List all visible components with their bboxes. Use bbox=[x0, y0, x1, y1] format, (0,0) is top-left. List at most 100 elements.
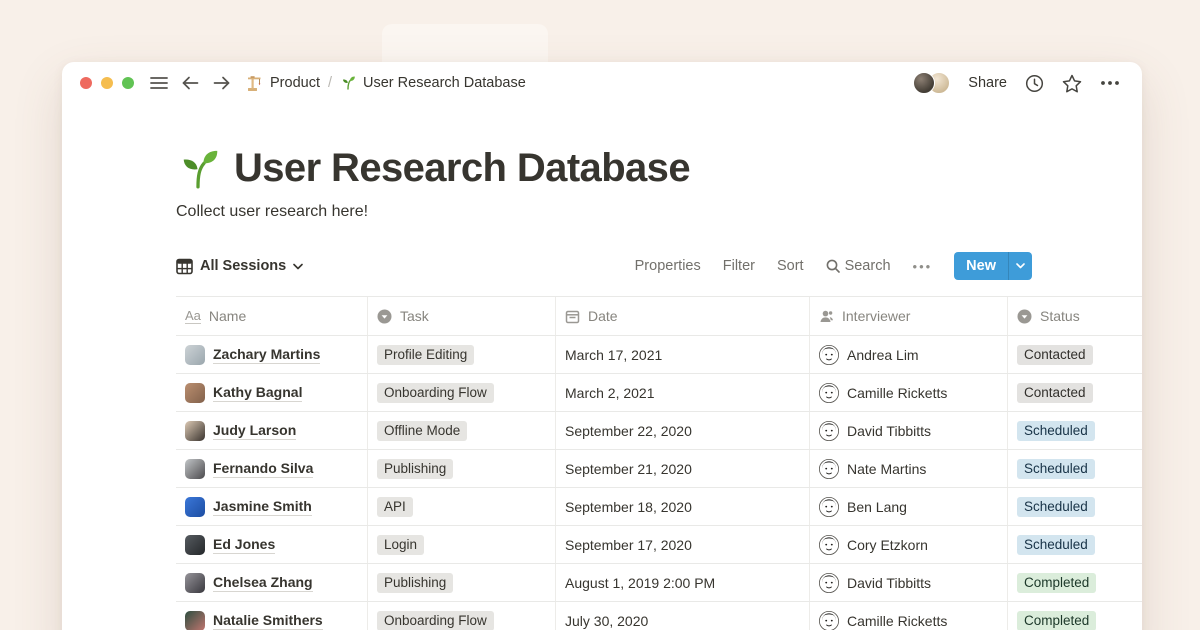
minimize-window-button[interactable] bbox=[101, 77, 113, 89]
table-header-row: AaNameTaskDateInterviewerStatus bbox=[176, 296, 1142, 336]
status-cell[interactable]: Scheduled bbox=[1008, 526, 1142, 563]
date-cell[interactable]: September 18, 2020 bbox=[556, 488, 810, 525]
interviewer-cell[interactable]: Ben Lang bbox=[810, 488, 1008, 525]
task-cell[interactable]: API bbox=[368, 488, 556, 525]
person-name-link[interactable]: Jasmine Smith bbox=[213, 498, 312, 516]
table-row: Ed Jones Login September 17, 2020Cory Etzk… bbox=[176, 526, 1142, 564]
sidebar-toggle-icon[interactable] bbox=[150, 76, 168, 90]
task-cell[interactable]: Login bbox=[368, 526, 556, 563]
date-cell[interactable]: September 21, 2020 bbox=[556, 450, 810, 487]
zoom-window-button[interactable] bbox=[122, 77, 134, 89]
search-button[interactable]: Search bbox=[826, 258, 891, 274]
date-cell[interactable]: August 1, 2019 2:00 PM bbox=[556, 564, 810, 601]
person-photo-avatar bbox=[185, 421, 205, 441]
task-cell[interactable]: Publishing bbox=[368, 450, 556, 487]
column-header-date[interactable]: Date bbox=[556, 297, 810, 335]
person-name-link[interactable]: Chelsea Zhang bbox=[213, 574, 313, 592]
name-cell[interactable]: Natalie Smithers bbox=[176, 602, 368, 630]
task-badge: Onboarding Flow bbox=[377, 611, 494, 630]
date-cell[interactable]: March 17, 2021 bbox=[556, 336, 810, 373]
breadcrumb-separator: / bbox=[327, 75, 333, 91]
interviewer-avatar bbox=[819, 459, 839, 479]
name-cell[interactable]: Ed Jones bbox=[176, 526, 368, 563]
view-switcher[interactable]: All Sessions bbox=[176, 257, 303, 275]
status-cell[interactable]: Scheduled bbox=[1008, 488, 1142, 525]
history-clock-icon[interactable] bbox=[1025, 74, 1044, 93]
table-row: Natalie Smithers Onboarding Flow July 30, … bbox=[176, 602, 1142, 630]
interviewer-cell[interactable]: David Tibbitts bbox=[810, 412, 1008, 449]
status-cell[interactable]: Scheduled bbox=[1008, 412, 1142, 449]
new-button-dropdown-icon[interactable] bbox=[1008, 252, 1032, 280]
new-button[interactable]: New bbox=[954, 252, 1032, 280]
nav-forward-icon[interactable] bbox=[213, 76, 230, 90]
date-cell[interactable]: September 22, 2020 bbox=[556, 412, 810, 449]
nav-back-icon[interactable] bbox=[182, 76, 199, 90]
person-photo-avatar bbox=[185, 345, 205, 365]
task-cell[interactable]: Publishing bbox=[368, 564, 556, 601]
interviewer-cell[interactable]: Camille Ricketts bbox=[810, 602, 1008, 630]
date-cell[interactable]: September 17, 2020 bbox=[556, 526, 810, 563]
task-cell[interactable]: Onboarding Flow bbox=[368, 602, 556, 630]
page-header: User Research Database Collect user rese… bbox=[176, 146, 1142, 221]
task-badge: Login bbox=[377, 535, 424, 555]
status-badge: Contacted bbox=[1017, 345, 1093, 365]
close-window-button[interactable] bbox=[80, 77, 92, 89]
name-cell[interactable]: Chelsea Zhang bbox=[176, 564, 368, 601]
share-button[interactable]: Share bbox=[968, 75, 1007, 91]
properties-button[interactable]: Properties bbox=[635, 258, 701, 274]
interviewer-cell[interactable]: David Tibbitts bbox=[810, 564, 1008, 601]
name-cell[interactable]: Kathy Bagnal bbox=[176, 374, 368, 411]
breadcrumb-workspace[interactable]: Product bbox=[270, 75, 320, 91]
column-header-name[interactable]: AaName bbox=[176, 297, 368, 335]
person-name-link[interactable]: Zachary Martins bbox=[213, 346, 320, 364]
more-options-icon[interactable] bbox=[1100, 80, 1120, 86]
table-row: Chelsea Zhang PublishingAugust 1, 2019 2:… bbox=[176, 564, 1142, 602]
person-name-link[interactable]: Kathy Bagnal bbox=[213, 384, 302, 402]
name-cell[interactable]: Fernando Silva bbox=[176, 450, 368, 487]
table-row: Kathy Bagnal Onboarding FlowMarch 2, 2021… bbox=[176, 374, 1142, 412]
task-cell[interactable]: Offline Mode bbox=[368, 412, 556, 449]
filter-button[interactable]: Filter bbox=[723, 258, 755, 274]
breadcrumb: Product / User Research Database bbox=[246, 75, 526, 92]
person-name-link[interactable]: Ed Jones bbox=[213, 536, 275, 554]
breadcrumb-page[interactable]: User Research Database bbox=[363, 75, 526, 91]
favorite-star-icon[interactable] bbox=[1062, 74, 1082, 93]
date-cell[interactable]: March 2, 2021 bbox=[556, 374, 810, 411]
status-cell[interactable]: Completed bbox=[1008, 564, 1142, 601]
interviewer-cell[interactable]: Andrea Lim bbox=[810, 336, 1008, 373]
column-header-interviewer[interactable]: Interviewer bbox=[810, 297, 1008, 335]
column-header-status[interactable]: Status bbox=[1008, 297, 1142, 335]
sort-button[interactable]: Sort bbox=[777, 258, 804, 274]
collaborator-avatars[interactable] bbox=[913, 72, 950, 94]
titlebar: Product / User Research Database Share bbox=[62, 62, 1142, 104]
status-cell[interactable]: Contacted bbox=[1008, 374, 1142, 411]
status-cell[interactable]: Completed bbox=[1008, 602, 1142, 630]
new-button-label[interactable]: New bbox=[954, 252, 1008, 280]
interviewer-cell[interactable]: Nate Martins bbox=[810, 450, 1008, 487]
person-photo-avatar bbox=[185, 535, 205, 555]
status-cell[interactable]: Contacted bbox=[1008, 336, 1142, 373]
person-name-link[interactable]: Natalie Smithers bbox=[213, 612, 323, 630]
view-more-options-icon[interactable]: ••• bbox=[913, 259, 933, 274]
task-badge: Offline Mode bbox=[377, 421, 467, 441]
table-row: Jasmine Smith APISeptember 18, 2020Ben La… bbox=[176, 488, 1142, 526]
column-header-task[interactable]: Task bbox=[368, 297, 556, 335]
name-cell[interactable]: Zachary Martins bbox=[176, 336, 368, 373]
name-cell[interactable]: Judy Larson bbox=[176, 412, 368, 449]
crane-icon bbox=[246, 75, 263, 92]
person-name-link[interactable]: Fernando Silva bbox=[213, 460, 313, 478]
interviewer-avatar bbox=[819, 611, 839, 630]
page-emoji-seedling-icon[interactable] bbox=[176, 147, 220, 191]
status-badge: Scheduled bbox=[1017, 497, 1095, 517]
status-cell[interactable]: Scheduled bbox=[1008, 450, 1142, 487]
select-icon bbox=[1017, 309, 1032, 324]
name-cell[interactable]: Jasmine Smith bbox=[176, 488, 368, 525]
task-cell[interactable]: Onboarding Flow bbox=[368, 374, 556, 411]
person-name-link[interactable]: Judy Larson bbox=[213, 422, 296, 440]
person-photo-avatar bbox=[185, 611, 205, 630]
task-cell[interactable]: Profile Editing bbox=[368, 336, 556, 373]
date-cell[interactable]: July 30, 2020 bbox=[556, 602, 810, 630]
interviewer-cell[interactable]: Camille Ricketts bbox=[810, 374, 1008, 411]
interviewer-cell[interactable]: Cory Etzkorn bbox=[810, 526, 1008, 563]
column-header-label: Name bbox=[209, 308, 246, 324]
